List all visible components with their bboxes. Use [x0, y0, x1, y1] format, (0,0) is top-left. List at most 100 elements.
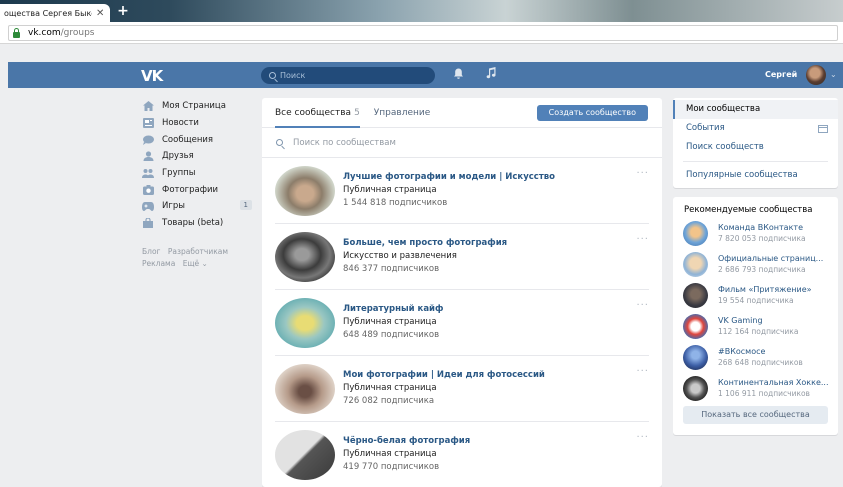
sidebar-item-label: Друзья [162, 151, 194, 162]
community-avatar[interactable] [683, 252, 708, 277]
community-avatar[interactable] [275, 232, 335, 282]
community-search-placeholder: Поиск по сообществам [293, 137, 396, 148]
sidebar-item-games[interactable]: Игры 1 [142, 198, 252, 215]
list-item[interactable]: Официальные страниц... 2 686 793 подписч… [673, 250, 838, 281]
menu-popular-communities[interactable]: Популярные сообщества [673, 166, 838, 185]
community-name[interactable]: Официальные страниц... [718, 254, 830, 263]
vk-logo[interactable]: VK [141, 67, 163, 85]
sidebar-item-my-page[interactable]: Моя Страница [142, 98, 252, 115]
address-bar: vk.com /groups [0, 22, 843, 44]
communities-menu: Мои сообщества События Поиск сообществ П… [673, 98, 838, 188]
community-type: Публичная страница [343, 317, 437, 327]
community-subscribers: 846 377 подписчиков [343, 264, 440, 274]
community-name[interactable]: Чёрно-белая фотография [343, 436, 470, 446]
new-tab-button[interactable]: + [116, 4, 130, 18]
recommended-communities: Рекомендуемые сообщества Команда ВКонтак… [673, 197, 838, 435]
sidebar-item-photos[interactable]: Фотографии [142, 181, 252, 198]
community-name[interactable]: #ВКосмосе [718, 347, 830, 356]
community-type: Публичная страница [343, 383, 437, 393]
list-item[interactable]: #ВКосмосе 268 648 подписчиков [673, 343, 838, 374]
community-type: Публичная страница [343, 449, 437, 459]
goods-icon [142, 218, 154, 229]
community-subscribers: 7 820 053 подписчика [718, 234, 806, 243]
community-type: Публичная страница [343, 185, 437, 195]
sidebar-item-groups[interactable]: Группы [142, 165, 252, 182]
community-subscribers: 19 554 подписчика [718, 296, 794, 305]
menu-events[interactable]: События [673, 119, 838, 138]
more-options-icon[interactable]: ··· [636, 432, 649, 443]
calendar-icon[interactable] [818, 125, 828, 133]
communities-card: Все сообщества 5 Управление Создать сообщ… [262, 98, 662, 487]
community-name[interactable]: Лучшие фотографии и модели | Искусство [343, 172, 555, 182]
sidebar-item-news[interactable]: Новости [142, 115, 252, 132]
avatar[interactable] [806, 65, 826, 85]
vk-header: VK Поиск Сергей ⌄ [8, 62, 843, 88]
lock-icon [13, 27, 20, 38]
community-search-input[interactable]: Поиск по сообществам [262, 128, 662, 158]
sidebar-item-messages[interactable]: Сообщения [142, 131, 252, 148]
community-avatar[interactable] [683, 345, 708, 370]
community-avatar[interactable] [683, 283, 708, 308]
community-name[interactable]: Фильм «Притяжение» [718, 285, 830, 294]
sidebar-item-friends[interactable]: Друзья [142, 148, 252, 165]
footer-link-more[interactable]: Ещё ⌄ [183, 259, 208, 268]
menu-divider [683, 161, 828, 162]
messages-icon [142, 135, 154, 145]
community-name[interactable]: Литературный кайф [343, 304, 443, 314]
menu-my-communities[interactable]: Мои сообщества [673, 100, 838, 119]
url-host: vk.com [28, 28, 61, 38]
search-icon [269, 72, 276, 79]
friends-icon [142, 151, 154, 162]
list-item[interactable]: Больше, чем просто фотография Искусство … [275, 224, 649, 290]
sidebar-item-label: Группы [162, 168, 196, 179]
footer-link-blog[interactable]: Блог [142, 247, 160, 256]
list-item[interactable]: Литературный кайф Публичная страница 648… [275, 290, 649, 356]
community-avatar[interactable] [275, 364, 335, 414]
url-input[interactable]: vk.com /groups [8, 25, 838, 41]
community-avatar[interactable] [275, 430, 335, 480]
bell-icon[interactable] [453, 68, 464, 83]
header-search-input[interactable]: Поиск [261, 67, 435, 84]
community-name[interactable]: Мои фотографии | Идеи для фотосессий [343, 370, 545, 380]
footer-link-ads[interactable]: Реклама [142, 259, 175, 268]
url-path: /groups [60, 28, 95, 38]
tab-manage[interactable]: Управление [374, 98, 430, 128]
community-avatar[interactable] [275, 298, 335, 348]
show-all-communities-button[interactable]: Показать все сообщества [683, 406, 828, 424]
games-icon [142, 201, 154, 211]
sidebar-item-goods[interactable]: Товары (beta) [142, 215, 252, 232]
community-name[interactable]: Команда ВКонтакте [718, 223, 830, 232]
community-avatar[interactable] [683, 314, 708, 339]
tab-all-communities[interactable]: Все сообщества 5 [275, 98, 360, 128]
list-item[interactable]: Фильм «Притяжение» 19 554 подписчика [673, 281, 838, 312]
browser-tab[interactable]: ощества Сергея Быкс ✕ [0, 4, 110, 22]
community-name[interactable]: Континентальная Хокке... [718, 378, 830, 387]
create-community-button[interactable]: Создать сообщество [536, 105, 648, 121]
more-options-icon[interactable]: ··· [636, 366, 649, 377]
community-subscribers: 268 648 подписчиков [718, 358, 803, 367]
community-avatar[interactable] [683, 376, 708, 401]
browser-tabbar: ощества Сергея Быкс ✕ + [0, 0, 843, 22]
community-avatar[interactable] [275, 166, 335, 216]
footer-link-developers[interactable]: Разработчикам [168, 247, 228, 256]
photos-icon [142, 184, 154, 195]
user-name[interactable]: Сергей [765, 70, 797, 79]
more-options-icon[interactable]: ··· [636, 168, 649, 179]
list-item[interactable]: Мои фотографии | Идеи для фотосессий Пуб… [275, 356, 649, 422]
more-options-icon[interactable]: ··· [636, 300, 649, 311]
menu-search-communities[interactable]: Поиск сообществ [673, 138, 838, 157]
close-icon[interactable]: ✕ [96, 8, 104, 19]
list-item[interactable]: Лучшие фотографии и модели | Искусство П… [275, 158, 649, 224]
community-avatar[interactable] [683, 221, 708, 246]
community-subscribers: 726 082 подписчика [343, 396, 435, 406]
search-icon [276, 139, 283, 146]
community-name[interactable]: Больше, чем просто фотография [343, 238, 507, 248]
list-item[interactable]: Команда ВКонтакте 7 820 053 подписчика [673, 219, 838, 250]
more-options-icon[interactable]: ··· [636, 234, 649, 245]
list-item[interactable]: VK Gaming 112 164 подписчика [673, 312, 838, 343]
list-item[interactable]: Континентальная Хокке... 1 106 911 подпи… [673, 374, 838, 405]
chevron-down-icon[interactable]: ⌄ [830, 70, 837, 79]
music-icon[interactable] [486, 67, 496, 83]
community-name[interactable]: VK Gaming [718, 316, 830, 325]
list-item[interactable]: Чёрно-белая фотография Публичная страниц… [275, 422, 649, 487]
